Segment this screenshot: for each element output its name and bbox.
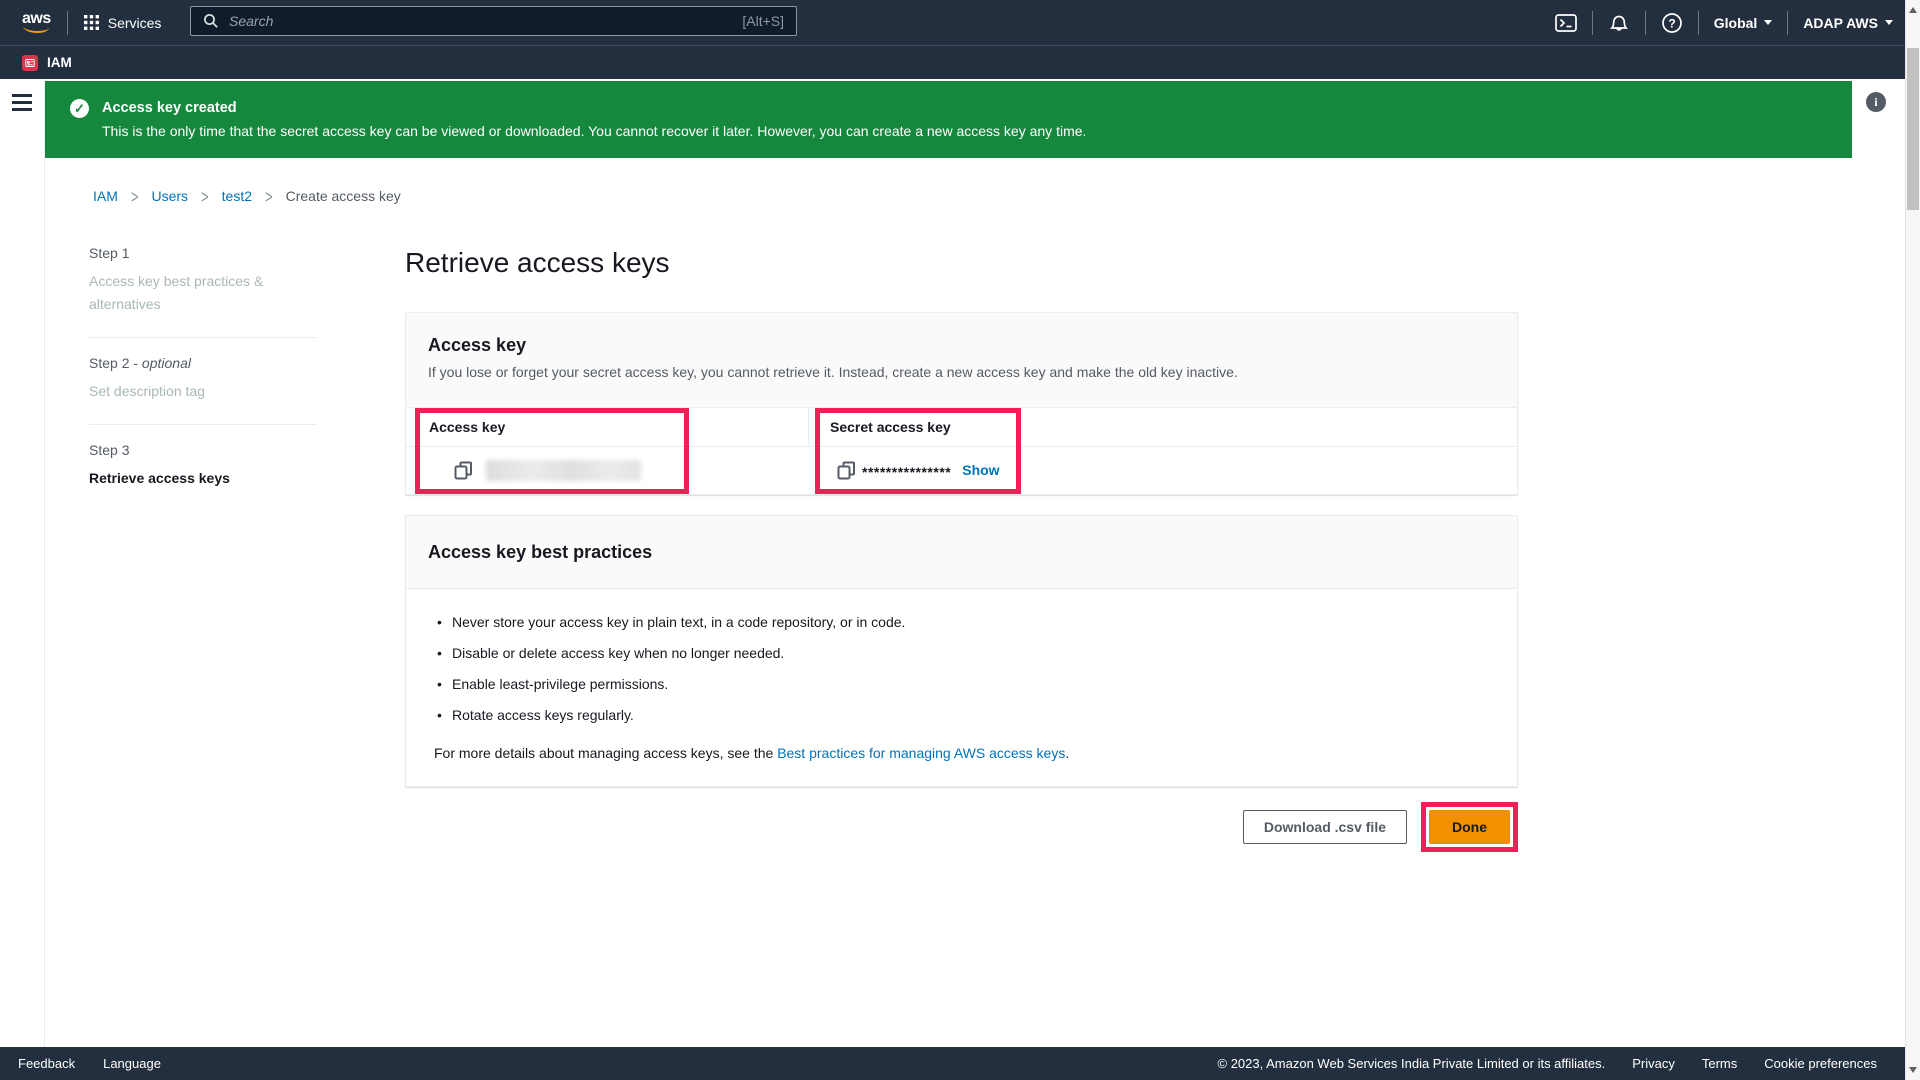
download-csv-button[interactable]: Download .csv file: [1243, 810, 1407, 844]
copyright-text: © 2023, Amazon Web Services India Privat…: [1218, 1056, 1606, 1071]
copy-secret-key-icon[interactable]: [837, 461, 856, 480]
scrollbar-down-arrow[interactable]: [1909, 1067, 1917, 1073]
language-link[interactable]: Language: [103, 1056, 161, 1071]
account-menu[interactable]: ADAP AWS: [1803, 15, 1893, 31]
nav-divider: [1645, 11, 1646, 35]
breadcrumb: IAM > Users > test2 > Create access key: [93, 188, 401, 204]
vertical-scrollbar[interactable]: [1905, 0, 1920, 1080]
collapsed-sidebar: [0, 79, 45, 1047]
step-1-label: Step 1: [89, 245, 317, 261]
step-2-label: Step 2 - optional: [89, 355, 317, 371]
svg-text:?: ?: [1668, 16, 1675, 30]
region-selector[interactable]: Global: [1714, 15, 1773, 31]
step-2-optional: optional: [142, 355, 191, 371]
chevron-down-icon: [1885, 20, 1893, 25]
breadcrumb-separator: >: [201, 186, 209, 207]
access-key-card: Access key If you lose or forget your se…: [405, 312, 1518, 495]
best-practices-footer: For more details about managing access k…: [430, 745, 1493, 761]
nav-divider: [67, 11, 68, 35]
wizard-step-1: Step 1 Access key best practices & alter…: [89, 245, 317, 316]
nav-divider: [1787, 11, 1788, 35]
nav-divider: [1698, 11, 1699, 35]
access-key-value-redacted: [486, 460, 641, 481]
search-icon: [203, 13, 219, 29]
services-grid-icon: [84, 15, 99, 30]
cookie-preferences-link[interactable]: Cookie preferences: [1764, 1056, 1877, 1071]
aws-logo-smile: [23, 26, 49, 33]
service-breadcrumb-bar: IAM: [0, 45, 1920, 79]
iam-service-icon: [22, 55, 38, 71]
console-footer: Feedback Language © 2023, Amazon Web Ser…: [0, 1047, 1905, 1080]
copy-access-key-icon[interactable]: [454, 461, 473, 480]
service-name[interactable]: IAM: [47, 55, 72, 70]
wizard-step-2: Step 2 - optional Set description tag: [89, 355, 317, 403]
secret-key-column-label: Secret access key: [830, 419, 951, 435]
page-title: Retrieve access keys: [405, 247, 670, 279]
breadcrumb-test2[interactable]: test2: [222, 188, 252, 204]
breadcrumb-separator: >: [265, 186, 273, 207]
best-practices-card: Access key best practices Never store yo…: [405, 515, 1518, 787]
best-practice-item: Rotate access keys regularly.: [430, 708, 1493, 723]
best-practice-item: Never store your access key in plain tex…: [430, 615, 1493, 630]
scrollbar-thumb[interactable]: [1907, 48, 1919, 210]
best-practices-body: Never store your access key in plain tex…: [406, 589, 1517, 761]
cloudshell-icon[interactable]: [1555, 14, 1577, 32]
chevron-down-icon: [1764, 20, 1772, 25]
best-practice-item: Enable least-privilege permissions.: [430, 677, 1493, 692]
feedback-link[interactable]: Feedback: [18, 1056, 75, 1071]
best-practices-link[interactable]: Best practices for managing AWS access k…: [777, 745, 1065, 761]
account-label: ADAP AWS: [1803, 15, 1878, 31]
search-placeholder: Search: [229, 13, 742, 29]
success-banner: ✓ Access key created This is the only ti…: [45, 81, 1852, 158]
breadcrumb-current: Create access key: [286, 188, 401, 204]
wizard-steps-nav: Step 1 Access key best practices & alter…: [89, 245, 317, 490]
access-key-card-description: If you lose or forget your secret access…: [428, 364, 1495, 380]
info-icon[interactable]: i: [1866, 92, 1886, 112]
key-table-header-row: Access key Secret access key: [406, 408, 1517, 447]
access-key-card-header: Access key If you lose or forget your se…: [406, 313, 1517, 408]
services-menu-button[interactable]: Services: [84, 15, 162, 31]
wizard-step-3: Step 3 Retrieve access keys: [89, 442, 317, 490]
step-2-title: Set description tag: [89, 380, 294, 403]
region-label: Global: [1714, 15, 1758, 31]
services-label: Services: [108, 15, 162, 31]
step-3-label: Step 3: [89, 442, 317, 458]
annotation-box-done: Done: [1421, 802, 1518, 852]
search-shortcut-hint: [Alt+S]: [742, 13, 784, 29]
aws-logo-text: aws: [22, 12, 51, 26]
step-divider: [89, 424, 317, 425]
step-1-title: Access key best practices & alternatives: [89, 270, 294, 316]
wizard-actions: Download .csv file Done: [405, 802, 1518, 852]
key-table-value-row: *************** Show: [406, 447, 1517, 493]
breadcrumb-users[interactable]: Users: [151, 188, 188, 204]
banner-title: Access key created: [102, 98, 1086, 118]
nav-divider: [1592, 11, 1593, 35]
step-divider: [89, 337, 317, 338]
best-practices-card-title: Access key best practices: [428, 542, 652, 563]
done-button[interactable]: Done: [1429, 810, 1510, 844]
best-practices-list: Never store your access key in plain tex…: [430, 615, 1493, 723]
nav-right-group: ? Global ADAP AWS: [1555, 11, 1893, 35]
best-practice-item: Disable or delete access key when no lon…: [430, 646, 1493, 661]
access-key-card-title: Access key: [428, 335, 1495, 356]
privacy-link[interactable]: Privacy: [1632, 1056, 1675, 1071]
show-secret-link[interactable]: Show: [962, 462, 999, 478]
secret-key-masked-value: ***************: [862, 464, 951, 480]
menu-hamburger-icon[interactable]: [12, 94, 32, 115]
step-3-title: Retrieve access keys: [89, 467, 294, 490]
help-icon[interactable]: ?: [1661, 12, 1683, 34]
success-check-icon: ✓: [70, 99, 89, 118]
notifications-bell-icon[interactable]: [1608, 12, 1630, 34]
terms-link[interactable]: Terms: [1702, 1056, 1737, 1071]
top-navigation-bar: aws Services Search [Alt+S]: [0, 0, 1920, 45]
access-key-column-label: Access key: [429, 419, 505, 435]
breadcrumb-iam[interactable]: IAM: [93, 188, 118, 204]
scrollbar-up-arrow[interactable]: [1909, 7, 1917, 13]
aws-logo[interactable]: aws: [22, 12, 51, 33]
breadcrumb-separator: >: [131, 186, 139, 207]
banner-message: This is the only time that the secret ac…: [102, 120, 1086, 142]
global-search-input[interactable]: Search [Alt+S]: [190, 6, 797, 36]
best-practices-card-header: Access key best practices: [406, 516, 1517, 589]
